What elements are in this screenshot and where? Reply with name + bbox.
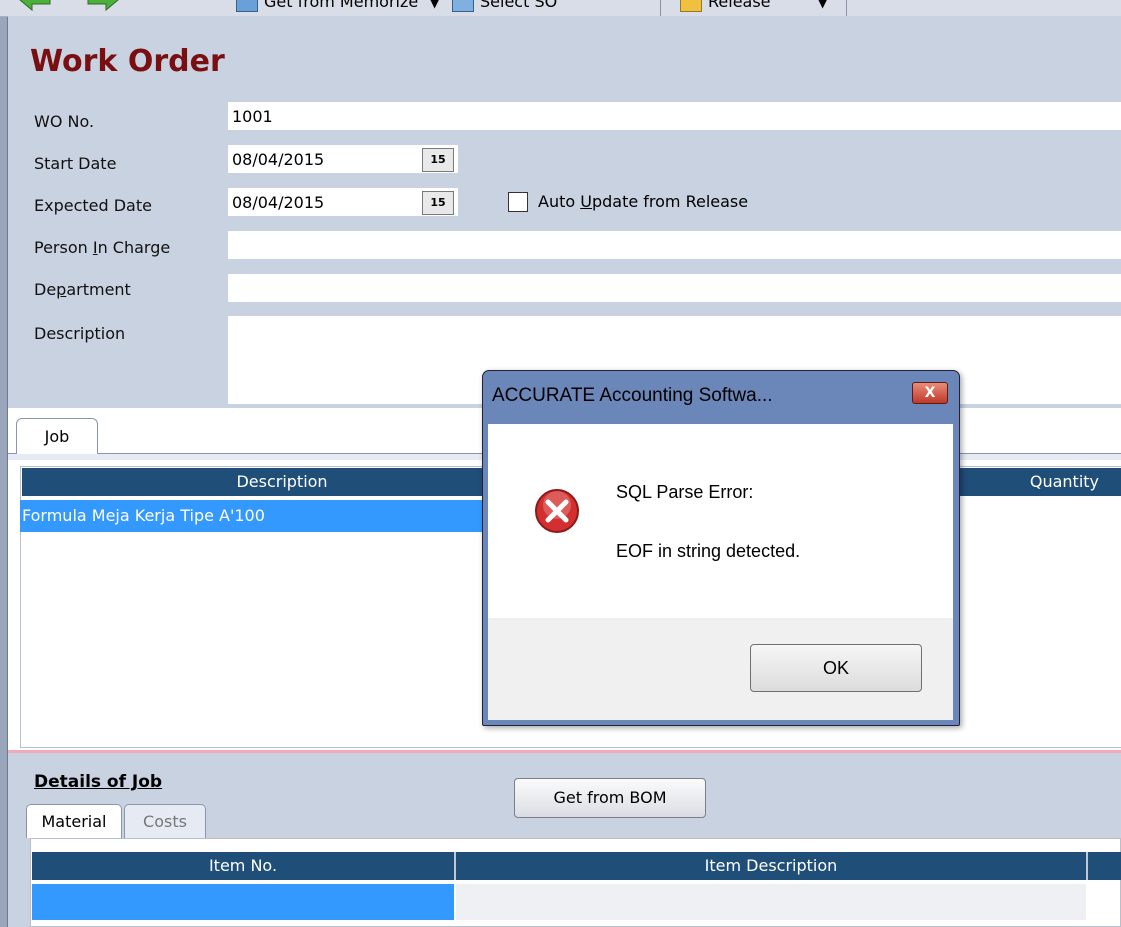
department-field[interactable] [228,274,1121,302]
auto-update-checkbox[interactable] [508,192,528,212]
memorize-icon [236,0,258,12]
dialog-title: ACCURATE Accounting Softwa... [492,385,773,406]
get-from-memorize-button[interactable]: Get from Memorize [236,0,418,14]
material-column-extra [1088,852,1121,880]
start-date-calendar-icon[interactable]: 15 [422,148,454,172]
section-divider [8,750,1121,762]
person-in-charge-label: Person In Charge [34,238,171,257]
toolbar-separator [660,0,661,16]
release-dropdown-arrow-icon[interactable]: ▼ [818,0,827,10]
job-column-description[interactable]: Description [22,468,542,496]
material-column-item-no[interactable]: Item No. [32,852,454,880]
error-icon [535,489,579,533]
toolbar: Get from Memorize ▼ Select SO Release ▼ [0,0,1121,17]
details-of-job-title: Details of Job [34,772,163,792]
table-row-cell[interactable] [456,884,1086,920]
material-column-item-description[interactable]: Item Description [456,852,1086,880]
back-arrow-icon[interactable] [18,0,52,12]
start-date-label: Start Date [34,154,117,173]
page-title: Work Order [30,44,225,79]
select-so-button[interactable]: Select SO [452,0,557,14]
wo-no-field[interactable]: 1001 [228,102,1121,130]
wo-no-label: WO No. [34,112,95,131]
expected-date-label: Expected Date [34,196,152,215]
get-from-bom-button[interactable]: Get from BOM [514,778,706,818]
tab-material[interactable]: Material [26,804,122,838]
release-icon [680,0,702,12]
error-message-line-1: SQL Parse Error: [616,482,754,502]
description-label: Description [34,324,126,343]
person-in-charge-field[interactable] [228,231,1121,259]
table-row[interactable]: Formula Meja Kerja Tipe A'100 [20,500,486,532]
forward-arrow-icon[interactable] [86,0,120,12]
window-left-border [0,16,8,927]
tab-costs[interactable]: Costs [124,804,206,838]
close-icon[interactable]: X [912,382,948,404]
memorize-dropdown-arrow-icon[interactable]: ▼ [430,0,439,10]
auto-update-label: Auto Update from Release [538,192,749,211]
toolbar-separator [846,0,847,16]
department-label: Department [34,280,131,299]
tab-job[interactable]: Job [16,418,98,454]
select-so-icon [452,0,474,12]
release-button[interactable]: Release [680,0,771,14]
error-message-line-2: EOF in string detected. [616,541,801,561]
expected-date-calendar-icon[interactable]: 15 [422,191,454,215]
table-row-selected-cell[interactable] [32,884,454,920]
ok-button[interactable]: OK [750,644,922,692]
